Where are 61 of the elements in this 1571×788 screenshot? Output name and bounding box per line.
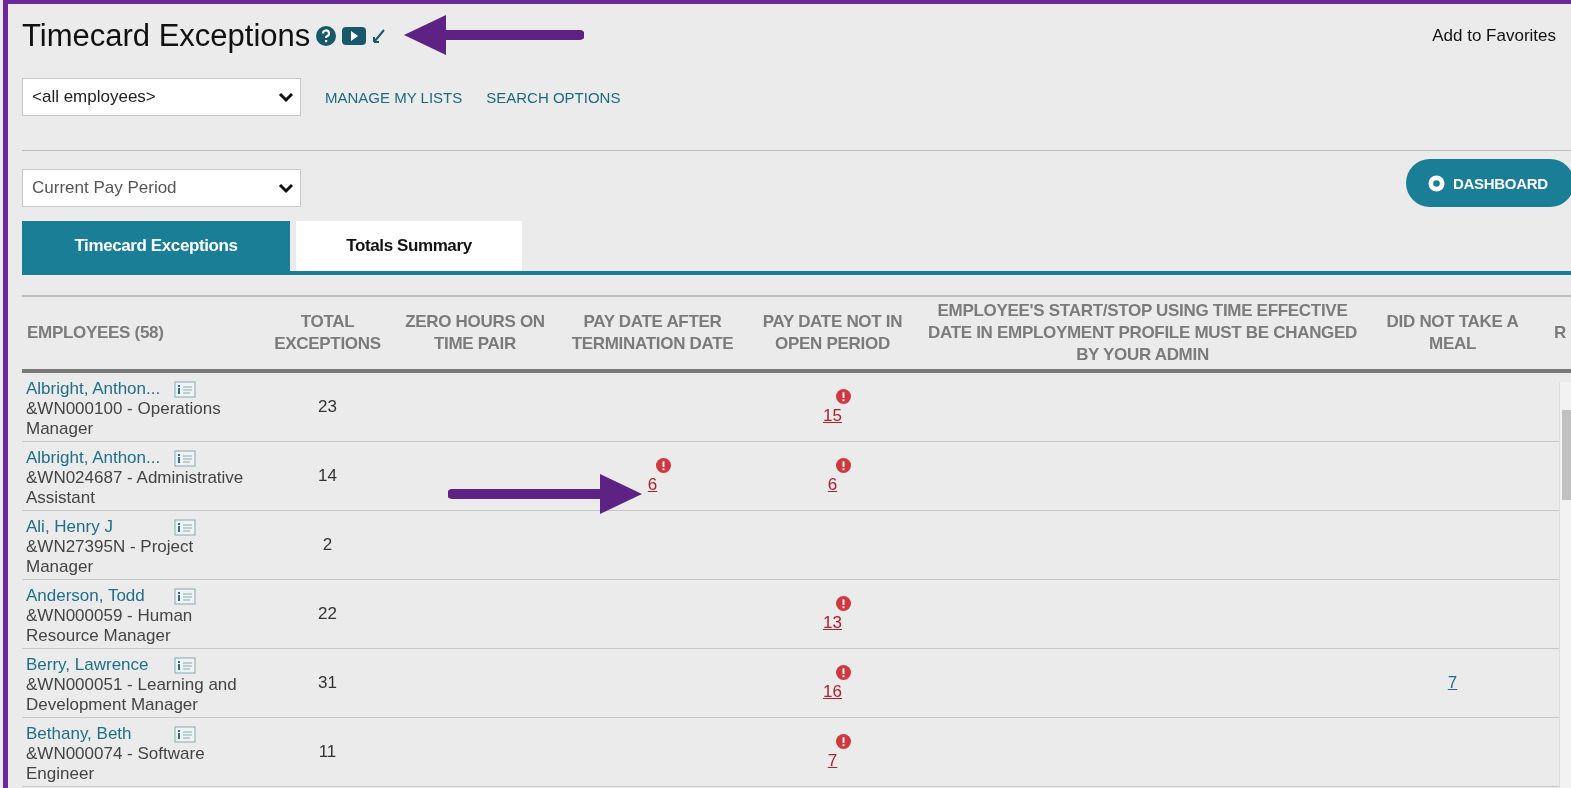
employee-detail: &WN000051 - Learning and Development Manager	[26, 675, 238, 715]
employee-name-link[interactable]: Ali, Henry J	[26, 517, 113, 537]
page-title: Timecard Exceptions	[22, 18, 311, 54]
contact-card-icon[interactable]	[174, 587, 196, 605]
employee-detail: &WN024687 - Administrative Assistant	[26, 468, 245, 508]
column-header: EMPLOYEE'S START/STOP USING TIME EFFECTIVE DATE IN EMPLOYMENT PROFILE MUST BE CHANGED BY YOUR ADMIN	[926, 300, 1359, 366]
contact-card-icon[interactable]	[174, 656, 196, 674]
employee-detail: &WN27395N - Project Manager	[26, 537, 195, 577]
total-exceptions-cell-text: 23	[317, 397, 338, 417]
alert-icon	[656, 457, 671, 473]
exception-count-link[interactable]: 13	[823, 612, 842, 633]
dashboard-button[interactable]: DASHBOARD	[1406, 159, 1571, 207]
employee-detail: &WN000100 - Operations Manager	[26, 399, 222, 439]
period-select[interactable]: Current Pay Period	[22, 169, 301, 207]
tab[interactable]: Totals Summary	[296, 221, 522, 271]
total-exceptions-cell-text: 11	[317, 742, 338, 762]
tab[interactable]: Timecard Exceptions	[22, 221, 290, 271]
donut-chart-icon	[1428, 174, 1445, 192]
column-header: ZERO HOURS ON TIME PAIR	[404, 311, 546, 355]
help-icon[interactable]	[316, 26, 337, 46]
add-to-favorites-link[interactable]: Add to Favorites	[1432, 26, 1556, 46]
column-header: R	[1553, 322, 1567, 344]
total-exceptions-cell-text: 14	[317, 466, 338, 486]
column-header: DID NOT TAKE A MEAL	[1385, 311, 1520, 355]
employee-select[interactable]: <all employees>	[22, 78, 301, 116]
total-exceptions-cell-text: 22	[317, 604, 338, 624]
exception-count-link[interactable]: 6	[827, 474, 838, 495]
column-header: PAY DATE NOT IN OPEN PERIOD	[761, 311, 904, 355]
contact-card-icon[interactable]	[174, 449, 196, 467]
alert-icon	[836, 457, 851, 473]
exception-count-link[interactable]: 7	[827, 750, 838, 771]
total-exceptions-cell-text: 2	[321, 535, 334, 555]
chevron-down-icon	[278, 182, 294, 194]
contact-card-icon[interactable]	[174, 518, 196, 536]
contact-card-icon[interactable]	[174, 380, 196, 398]
alert-icon	[836, 733, 851, 749]
employee-name-link[interactable]: Berry, Lawrence	[26, 655, 149, 675]
header-link[interactable]: MANAGE MY LISTS	[325, 88, 463, 106]
exception-count-link[interactable]: 6	[647, 474, 658, 495]
employee-name-link[interactable]: Bethany, Beth	[26, 724, 132, 744]
total-exceptions-cell-text: 31	[317, 673, 338, 693]
employee-name-link[interactable]: Anderson, Todd	[26, 586, 145, 606]
video-play-icon[interactable]	[342, 27, 367, 45]
alert-icon	[836, 388, 851, 404]
expand-icon[interactable]	[372, 28, 387, 44]
alert-icon	[836, 595, 851, 611]
header-link[interactable]: SEARCH OPTIONS	[486, 88, 621, 106]
employee-name-link[interactable]: Albright, Anthon...	[26, 379, 161, 399]
exception-count-link[interactable]: 7	[1447, 673, 1458, 693]
scrollbar[interactable]	[1559, 382, 1571, 788]
chevron-down-icon	[278, 91, 294, 103]
employee-detail: &WN000059 - Human Resource Manager	[26, 606, 194, 646]
column-header: PAY DATE AFTER TERMINATION DATE	[570, 311, 735, 355]
exception-count-link[interactable]: 16	[823, 681, 842, 702]
column-header: TOTAL EXCEPTIONS	[273, 311, 382, 355]
employee-detail: &WN000074 - Software Engineer	[26, 744, 206, 784]
contact-card-icon[interactable]	[174, 725, 196, 743]
exception-count-link[interactable]: 15	[823, 405, 842, 426]
employee-name-link[interactable]: Albright, Anthon...	[26, 448, 161, 468]
alert-icon	[836, 664, 851, 680]
column-header: EMPLOYEES (58)	[26, 322, 165, 344]
